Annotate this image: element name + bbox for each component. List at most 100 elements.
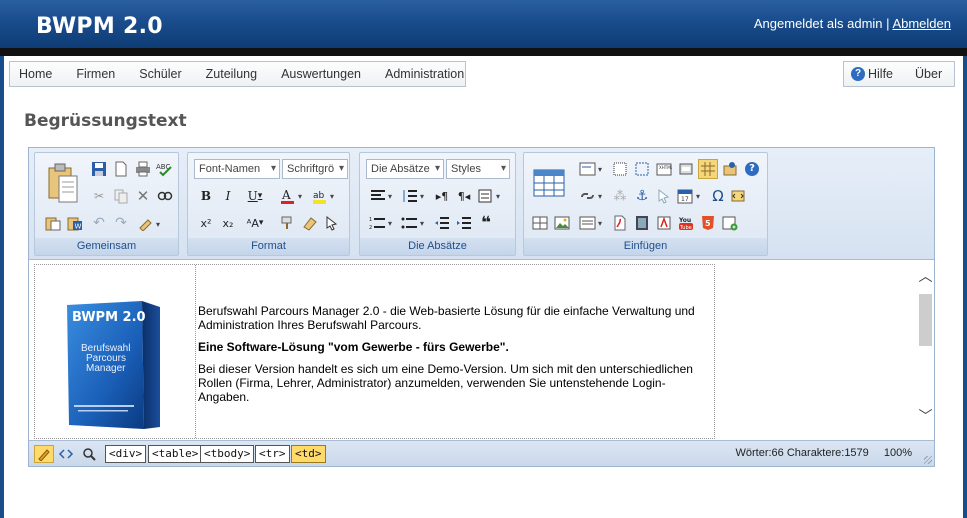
paste-word-icon[interactable]: W [65,213,85,233]
template-icon[interactable] [676,159,696,179]
paste-text-icon[interactable] [43,213,63,233]
find-replace-icon[interactable] [155,186,175,206]
new-document-icon[interactable] [111,159,131,179]
paragraph-dropdown[interactable]: Die Absätze [366,159,444,179]
select-all-icon[interactable] [632,159,652,179]
styles-dropdown[interactable]: Styles [446,159,510,179]
subscript-icon[interactable]: x₂ [218,213,238,233]
undo-icon[interactable]: ↶ [89,213,109,233]
scroll-down-icon[interactable]: ﹀ [917,409,934,425]
page-title: Begrüssungstext [24,111,187,131]
font-size-dropdown[interactable]: Schriftgrö [282,159,348,179]
show-grid-icon[interactable] [698,159,718,179]
svg-text:Tube: Tube [679,225,692,231]
tag-tbody[interactable]: <tbody> [200,445,255,463]
rtl-icon[interactable]: ¶◂ [454,186,474,206]
table-grid-icon[interactable] [610,159,630,179]
insert-snippet-icon[interactable] [720,213,740,233]
xhtml-icon[interactable]: XHTML [654,159,674,179]
clear-formatting-icon[interactable] [300,213,320,233]
document-manager-icon[interactable]: ▾ [578,213,608,233]
product-box-line-3: Manager [86,363,126,374]
bullet-list-icon[interactable]: ▾ [400,213,430,233]
outdent-icon[interactable] [432,213,452,233]
anchor-icon[interactable]: ⚓ [632,186,652,206]
insert-link-icon[interactable]: ▾ [578,186,608,206]
insert-paragraph-icon[interactable]: ▾ [476,186,506,206]
logout-link[interactable]: Abmelden [892,16,951,31]
table-column-divider [195,265,196,439]
underline-icon[interactable]: U ▾ [240,186,270,206]
youtube-icon[interactable]: You Tube [676,213,696,233]
welcome-paragraph-3: Bei dieser Version handelt es sich um ei… [198,362,693,404]
insert-date-icon[interactable]: 17 ▾ [676,186,706,206]
print-icon[interactable] [133,159,153,179]
ribbon-group-gemeinsam: ABC ✂ ✕ W ↶ ↷ ▾ Gemeinsam [34,152,179,256]
html5-icon[interactable]: 5 [698,213,718,233]
indent-icon[interactable] [454,213,474,233]
line-spacing-icon[interactable]: ▾ [400,186,430,206]
pdf-icon[interactable] [610,213,630,233]
ribbon-group-label-einfuegen: Einfügen [524,238,767,255]
text-case-icon[interactable]: ᴬA ▾ [240,213,270,233]
superscript-icon[interactable]: x² [196,213,216,233]
editor-scrollbar[interactable]: ︿ ﹀ [917,261,934,439]
svg-text:▾: ▾ [420,192,424,201]
insert-image-icon[interactable] [654,186,674,206]
copy-icon[interactable] [111,186,131,206]
flash-icon[interactable] [654,213,674,233]
tag-div[interactable]: <div> [105,445,147,463]
about-link[interactable]: Über [915,67,942,81]
menu-item-home[interactable]: Home [10,67,64,81]
redo-icon[interactable]: ↷ [111,213,131,233]
blockquote-icon[interactable]: ❝ [476,213,496,233]
numbered-list-icon[interactable]: 1 2 ▾ [368,213,398,233]
editor-content-area[interactable]: BWPM 2.0 Berufswahl Parcours Manager Ber… [29,261,934,439]
menu-item-administration[interactable]: Administration [373,67,476,81]
ltr-icon[interactable]: ▸¶ [432,186,452,206]
welcome-paragraph-1: Berufswahl Parcours Manager 2.0 - die We… [198,304,695,332]
menu-item-auswertungen[interactable]: Auswertungen [269,67,373,81]
select-cursor-icon[interactable] [322,213,342,233]
tag-td[interactable]: <td> [291,445,326,463]
tag-tr[interactable]: <tr> [255,445,290,463]
insert-symbol-icon[interactable]: Ω [708,186,728,206]
media-icon[interactable] [632,213,652,233]
save-icon[interactable] [89,159,109,179]
help-link[interactable]: ? Hilfe [844,67,893,81]
font-name-dropdown[interactable]: Font-Namen [194,159,280,179]
image-manager-icon[interactable] [552,213,572,233]
preview-mode-icon[interactable] [79,445,99,463]
bold-icon[interactable]: B [196,186,216,206]
menu-item-zuteilung[interactable]: Zuteilung [194,67,269,81]
module-manager-icon[interactable] [720,159,740,179]
scroll-up-icon[interactable]: ︿ [917,269,934,285]
header-divider [0,48,967,56]
highlight-color-icon[interactable]: ab ▾ [310,186,340,206]
font-color-icon[interactable]: A ▾ [278,186,308,206]
html-mode-icon[interactable] [56,445,76,463]
menu-item-firmen[interactable]: Firmen [64,67,127,81]
paste-icon[interactable] [43,159,83,209]
delete-icon[interactable]: ✕ [133,186,153,206]
format-painter-icon[interactable] [278,213,298,233]
unlink-icon[interactable]: ⁂ [610,186,630,206]
tag-table[interactable]: <table> [148,445,203,463]
spellcheck-icon[interactable]: ABC [155,159,175,179]
ribbon-group-absaetze: Die Absätze Styles ▾ ▾ ▸¶ ¶◂ ▾ 1 2 ▾ ▾ ❝ D… [359,152,516,256]
insert-layout-icon[interactable] [530,213,550,233]
italic-icon[interactable]: I [218,186,238,206]
ribbon-group-label-absaetze: Die Absätze [360,238,515,255]
app-title: BWPM 2.0 [36,14,163,39]
insert-code-icon[interactable] [728,186,748,206]
help-circle-icon[interactable]: ? [742,159,762,179]
format-stripper-icon[interactable]: ▾ [135,213,167,233]
scroll-thumb[interactable] [919,294,932,346]
menu-item-schueler[interactable]: Schüler [127,67,193,81]
insert-form-icon[interactable]: ▾ [578,159,608,179]
align-icon[interactable]: ▾ [368,186,398,206]
insert-table-icon[interactable] [530,161,568,205]
design-mode-icon[interactable] [34,445,54,463]
cut-icon[interactable]: ✂ [89,186,109,206]
resize-grip-icon[interactable] [924,456,932,464]
